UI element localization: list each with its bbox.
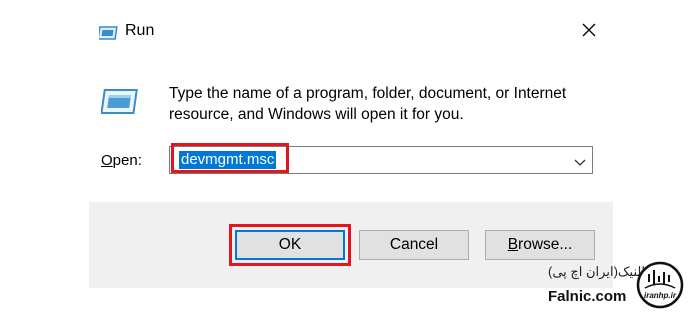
description: Type the name of a program, folder, docu… (169, 83, 599, 125)
svg-text:iranhp.ir: iranhp.ir (644, 291, 677, 300)
watermark-site: Falnic.com (548, 288, 627, 305)
title-bar: Run (89, 0, 613, 60)
button-bar: OK Cancel Browse... (89, 202, 613, 288)
open-input-value[interactable]: devmgmt.msc (179, 151, 277, 169)
run-large-icon (100, 88, 141, 116)
open-combobox[interactable]: devmgmt.msc (169, 146, 593, 174)
open-label-rest: pen: (112, 152, 142, 169)
watermark: فالنیک(ایران اچ پی) Falnic.com iranhp.ir (540, 258, 690, 328)
chevron-down-icon[interactable] (574, 155, 586, 166)
run-icon (97, 26, 119, 40)
window-title: Run (125, 22, 155, 39)
run-dialog: Run Type the name of a program, folder, … (89, 0, 613, 288)
close-button[interactable] (569, 14, 609, 50)
description-line-1: Type the name of a program, folder, docu… (169, 85, 567, 102)
open-label-mnemonic: O (101, 152, 113, 169)
browse-button[interactable]: Browse... (485, 230, 595, 260)
close-icon (582, 23, 596, 42)
iranhp-logo-icon: iranhp.ir (635, 260, 685, 310)
browse-label-rest: rowse... (518, 236, 573, 253)
description-line-2: resource, and Windows will open it for y… (169, 106, 464, 123)
cancel-button[interactable]: Cancel (359, 230, 469, 260)
browse-mnemonic: B (507, 236, 519, 253)
ok-button[interactable]: OK (235, 230, 345, 260)
open-label: Open: (101, 152, 142, 169)
